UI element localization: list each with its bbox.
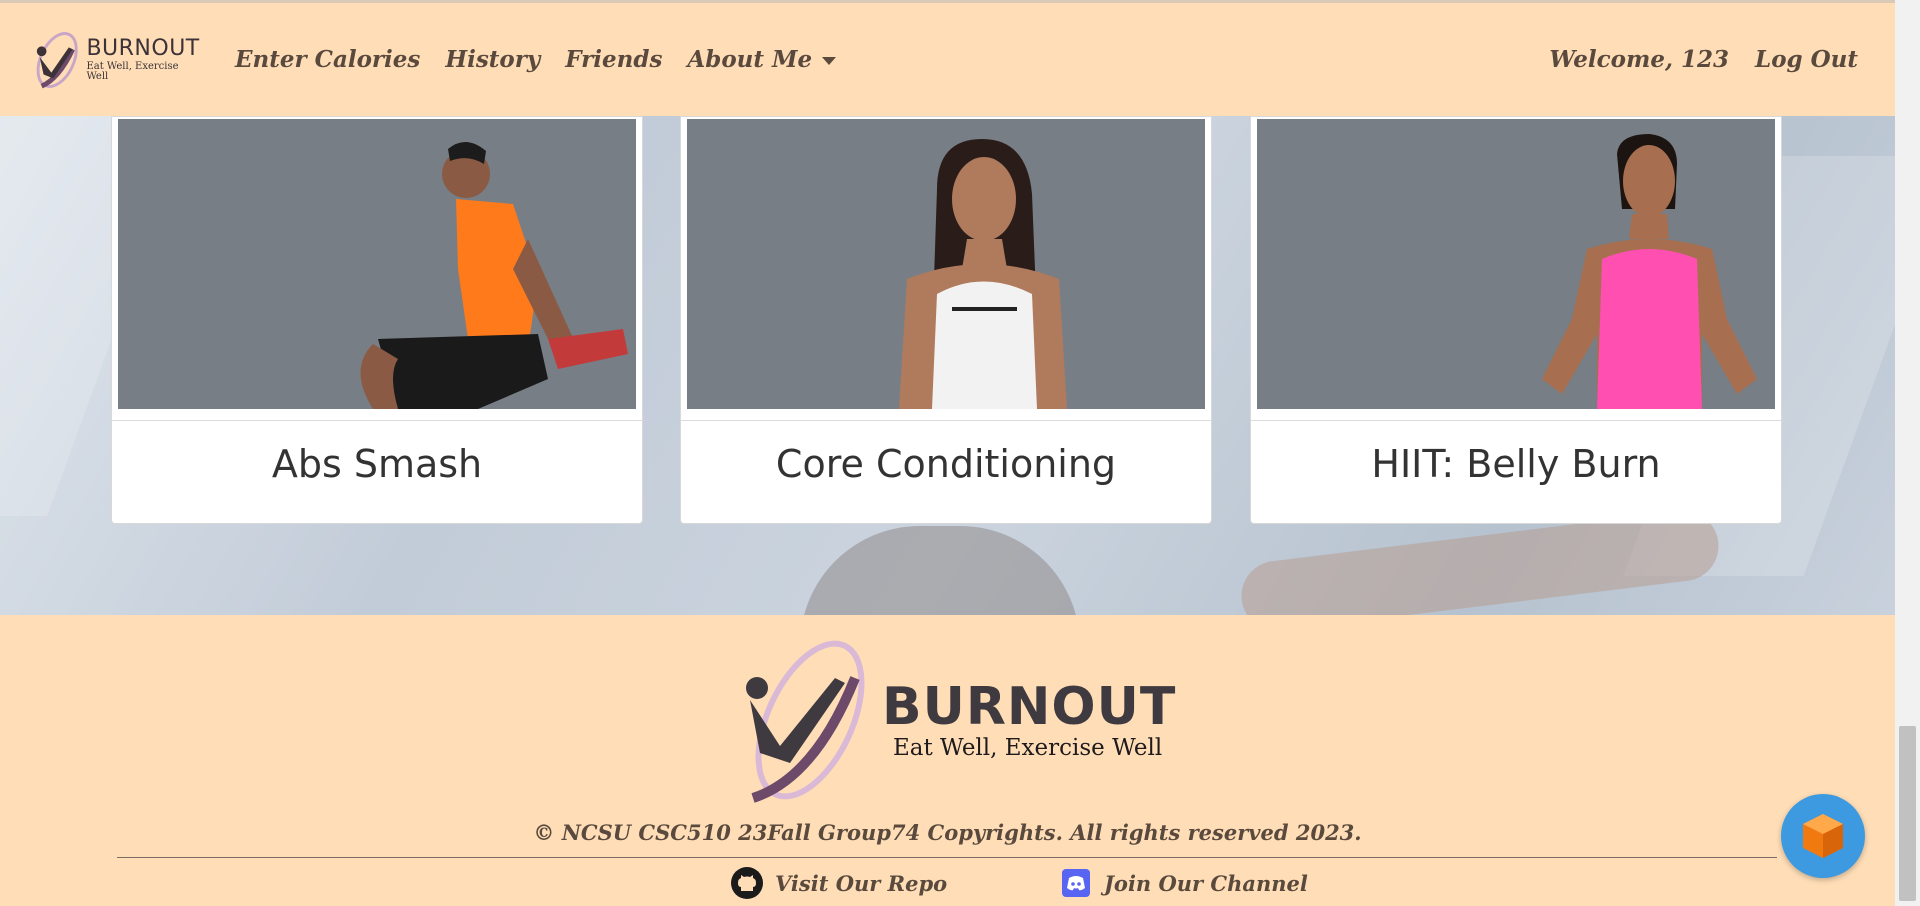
chat-widget-button[interactable]: [1781, 794, 1865, 878]
brand-name: BURNOUT: [86, 35, 200, 61]
card-divider: [112, 420, 642, 421]
nav-about-me-dropdown[interactable]: About Me: [687, 46, 837, 73]
top-navbar: BURNOUT Eat Well, Exercise Well Enter Ca…: [0, 0, 1895, 116]
visit-repo-label: Visit Our Repo: [775, 870, 948, 896]
workout-card-core-conditioning[interactable]: Core Conditioning: [680, 116, 1212, 524]
caret-down-icon: [822, 57, 837, 65]
woman-pink-top-image: [1542, 134, 1757, 409]
background-person-image: [800, 526, 1080, 615]
workout-card-hiit-belly-burn[interactable]: HIIT: Belly Burn: [1250, 116, 1782, 524]
man-stretching-image: [360, 141, 628, 409]
nav-links: Enter Calories History Friends About Me: [235, 46, 861, 73]
nav-enter-calories[interactable]: Enter Calories: [235, 46, 420, 73]
welcome-text: Welcome, 123: [1549, 46, 1730, 73]
card-title: Abs Smash: [271, 442, 483, 486]
brand-logo[interactable]: BURNOUT Eat Well, Exercise Well: [30, 29, 200, 91]
join-channel-label: Join Our Channel: [1104, 870, 1308, 896]
card-divider: [681, 420, 1211, 421]
copyright-text: © NCSU CSC510 23Fall Group74 Copyrights.…: [533, 820, 1362, 845]
card-image: [118, 119, 636, 409]
footer-divider: [117, 857, 1777, 858]
woman-white-top-image: [899, 139, 1067, 409]
nav-history[interactable]: History: [445, 46, 540, 73]
footer: BURNOUT Eat Well, Exercise Well © NCSU C…: [0, 615, 1895, 906]
logout-link[interactable]: Log Out: [1755, 46, 1858, 73]
visit-repo-link[interactable]: Visit Our Repo: [731, 867, 947, 899]
burnout-logo-icon: [36, 31, 78, 88]
workout-cards-section: Abs Smash Core Conditioning HIIT: Belly …: [0, 116, 1895, 615]
card-image: [687, 119, 1205, 409]
card-title: HIIT: Belly Burn: [1371, 442, 1661, 486]
card-image: [1257, 119, 1775, 409]
join-channel-link[interactable]: Join Our Channel: [1060, 867, 1308, 899]
scrollbar-thumb[interactable]: [1899, 726, 1916, 901]
github-icon: [731, 867, 763, 899]
brand-tagline: Eat Well, Exercise Well: [86, 60, 179, 82]
discord-icon: [1060, 867, 1092, 899]
cube-icon: [1803, 814, 1843, 858]
card-title: Core Conditioning: [775, 442, 1117, 486]
card-divider: [1251, 420, 1781, 421]
footer-brand-name: BURNOUT: [882, 677, 1177, 737]
nav-friends[interactable]: Friends: [565, 46, 662, 73]
workout-card-abs-smash[interactable]: Abs Smash: [111, 116, 643, 524]
nav-about-me-label: About Me: [687, 46, 813, 73]
page-scrollbar[interactable]: [1895, 0, 1920, 906]
footer-brand-tagline: Eat Well, Exercise Well: [893, 735, 1163, 761]
